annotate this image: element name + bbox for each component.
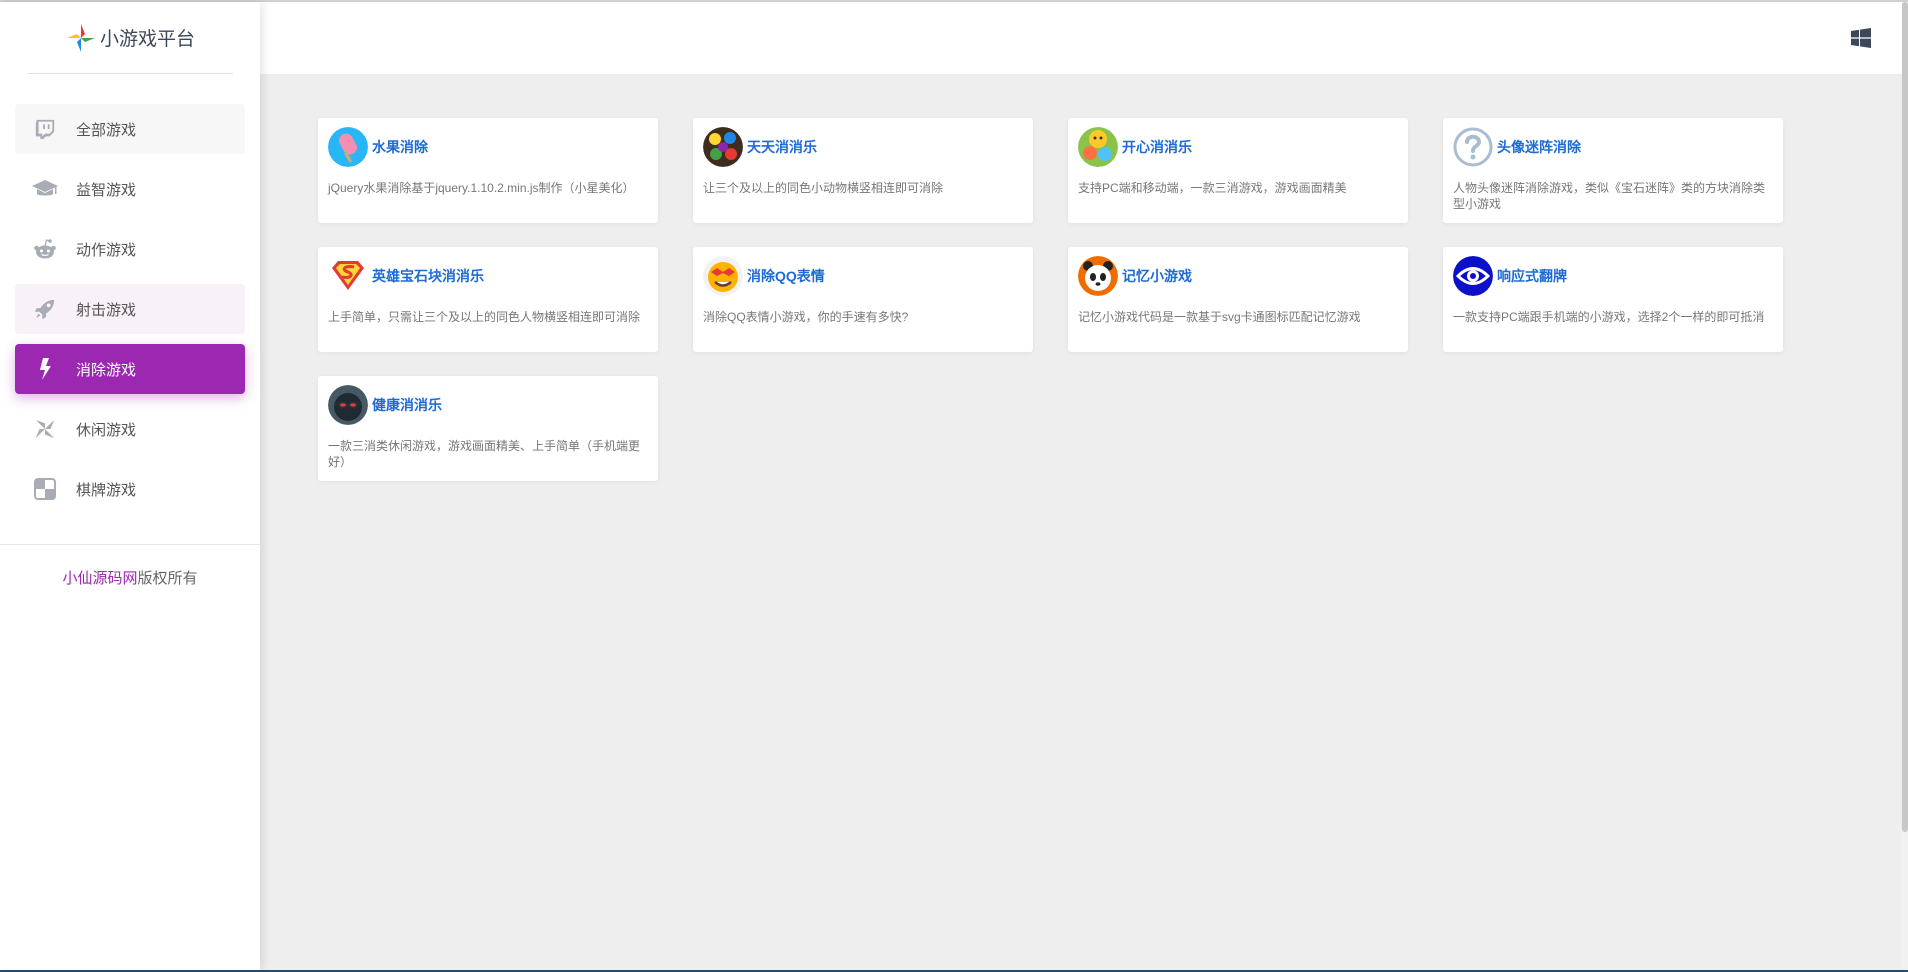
game-card[interactable]: 消除QQ表情 消除QQ表情小游戏，你的手速有多快? xyxy=(693,247,1033,352)
game-title[interactable]: 健康消消乐 xyxy=(372,395,442,415)
sidebar-item-action-games[interactable]: 动作游戏 xyxy=(15,224,245,274)
game-card[interactable]: 水果消除 jQuery水果消除基于jquery.1.10.2.min.js制作（… xyxy=(318,118,658,223)
game-card[interactable]: 响应式翻牌 一款支持PC端跟手机端的小游戏，选择2个一样的即可抵消 xyxy=(1443,247,1783,352)
sidebar: 小游戏平台 全部游戏 益智游戏 动作游戏 射击游戏 消除游戏 休闲游戏 棋牌游戏… xyxy=(0,2,260,970)
sidebar-item-label: 消除游戏 xyxy=(76,361,137,379)
game-card[interactable]: 天天消消乐 让三个及以上的同色小动物横竖相连即可消除 xyxy=(693,118,1033,223)
app-title: 小游戏平台 xyxy=(99,29,195,50)
happy-game-thumb xyxy=(1078,127,1118,167)
game-title[interactable]: 响应式翻牌 xyxy=(1497,266,1567,286)
game-description: 让三个及以上的同色小动物横竖相连即可消除 xyxy=(703,181,944,195)
superman-thumb xyxy=(328,256,368,296)
game-title[interactable]: 天天消消乐 xyxy=(747,137,817,157)
graduation-cap-icon xyxy=(31,175,59,203)
top-navbar xyxy=(260,2,1908,74)
sidebar-item-board-games[interactable]: 棋牌游戏 xyxy=(15,464,245,514)
game-card[interactable]: 英雄宝石块消消乐 上手简单，只需让三个及以上的同色人物横竖相连即可消除 xyxy=(318,247,658,352)
game-description: jQuery水果消除基于jquery.1.10.2.min.js制作（小星美化） xyxy=(328,181,635,195)
copyright-site-link[interactable]: 小仙源码网 xyxy=(62,570,137,587)
game-title[interactable]: 消除QQ表情 xyxy=(747,266,825,286)
game-card[interactable]: 开心消消乐 支持PC端和移动端，一款三消游戏，游戏画面精美 xyxy=(1068,118,1408,223)
popsicle-thumb xyxy=(328,127,368,167)
game-title[interactable]: 水果消除 xyxy=(372,137,428,157)
sidebar-item-puzzle-games[interactable]: 益智游戏 xyxy=(15,164,245,214)
game-description: 支持PC端和移动端，一款三消游戏，游戏画面精美 xyxy=(1078,181,1347,195)
game-card[interactable]: 健康消消乐 一款三消类休闲游戏，游戏画面精美、上手简单（手机端更好） xyxy=(318,376,658,481)
sidebar-item-label: 休闲游戏 xyxy=(76,421,137,439)
sidebar-item-shooting-games[interactable]: 射击游戏 xyxy=(15,284,245,334)
masked-hero-thumb xyxy=(328,385,368,425)
chess-board-icon xyxy=(31,475,59,503)
sidebar-item-all-games[interactable]: 全部游戏 xyxy=(15,104,245,154)
game-title[interactable]: 英雄宝石块消消乐 xyxy=(372,266,484,286)
brand[interactable]: 小游戏平台 xyxy=(28,2,233,74)
hubspot-icon xyxy=(31,355,59,383)
game-description: 人物头像迷阵消除游戏，类似《宝石迷阵》类的方块消除类型小游戏 xyxy=(1453,181,1766,211)
sidebar-item-casual-games[interactable]: 休闲游戏 xyxy=(15,404,245,454)
game-title[interactable]: 记忆小游戏 xyxy=(1122,266,1192,286)
question-thumb xyxy=(1453,127,1493,167)
emoji-thumb xyxy=(703,256,743,296)
animals-thumb xyxy=(703,127,743,167)
game-description: 消除QQ表情小游戏，你的手速有多快? xyxy=(703,310,909,324)
pinwheel-icon xyxy=(31,415,59,443)
sidebar-item-label: 棋牌游戏 xyxy=(76,481,137,499)
game-title[interactable]: 开心消消乐 xyxy=(1122,137,1192,157)
game-title[interactable]: 头像迷阵消除 xyxy=(1497,137,1581,157)
sidebar-item-label: 全部游戏 xyxy=(76,121,137,139)
sidebar-item-label: 益智游戏 xyxy=(76,181,137,199)
sidebar-item-label: 动作游戏 xyxy=(76,241,137,259)
sidebar-item-match-games[interactable]: 消除游戏 xyxy=(15,344,245,394)
game-card[interactable]: 记忆小游戏 记忆小游戏代码是一款基于svg卡通图标匹配记忆游戏 xyxy=(1068,247,1408,352)
sidebar-nav: 全部游戏 益智游戏 动作游戏 射击游戏 消除游戏 休闲游戏 棋牌游戏 xyxy=(15,104,245,524)
sidebar-divider xyxy=(0,544,260,545)
game-card[interactable]: 头像迷阵消除 人物头像迷阵消除游戏，类似《宝石迷阵》类的方块消除类型小游戏 xyxy=(1443,118,1783,223)
game-description: 一款支持PC端跟手机端的小游戏，选择2个一样的即可抵消 xyxy=(1453,310,1765,324)
rocket-icon xyxy=(31,295,59,323)
copyright: 小仙源码网版权所有 xyxy=(0,567,260,588)
reddit-icon xyxy=(31,235,59,263)
game-description: 一款三消类休闲游戏，游戏画面精美、上手简单（手机端更好） xyxy=(328,439,641,469)
game-grid: 水果消除 jQuery水果消除基于jquery.1.10.2.min.js制作（… xyxy=(318,118,1788,481)
eye-thumb xyxy=(1453,256,1493,296)
scrollbar-thumb[interactable] xyxy=(1902,2,1908,832)
sidebar-item-label: 射击游戏 xyxy=(76,301,137,319)
windows-icon[interactable] xyxy=(1851,28,1871,48)
twitch-icon xyxy=(31,115,59,143)
copyright-rights: 版权所有 xyxy=(137,570,198,587)
game-description: 上手简单，只需让三个及以上的同色人物横竖相连即可消除 xyxy=(328,310,641,324)
game-description: 记忆小游戏代码是一款基于svg卡通图标匹配记忆游戏 xyxy=(1078,310,1361,324)
panda-thumb xyxy=(1078,256,1118,296)
pinwheel-logo-icon xyxy=(66,23,95,52)
